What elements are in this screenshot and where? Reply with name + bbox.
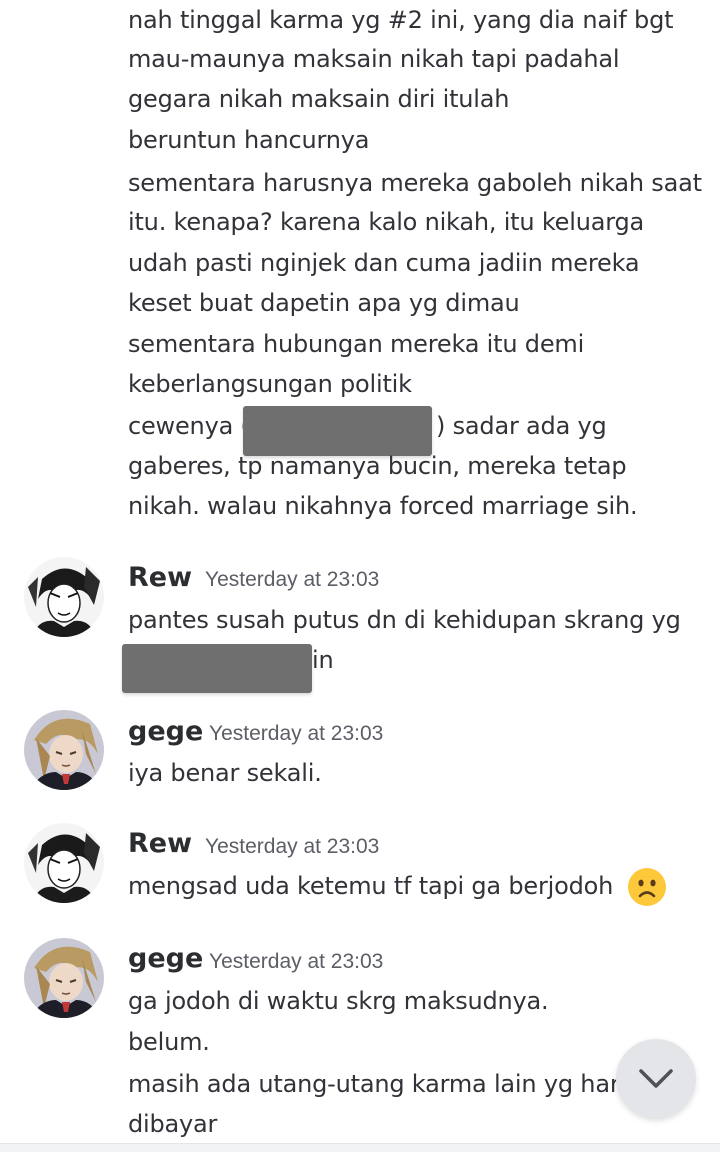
message-line: keset buat dapetin apa yg dimau xyxy=(128,289,520,317)
avatar[interactable] xyxy=(24,710,104,790)
message-line: mau-maunya maksain nikah tapi padahal xyxy=(128,45,620,73)
message-line: keberlangsungan politik xyxy=(128,370,412,398)
timestamp: Yesterday at 23:03 xyxy=(209,950,384,973)
avatar[interactable] xyxy=(24,557,104,637)
message-line: beruntun hancurnya xyxy=(128,126,370,154)
chevron-down-icon xyxy=(639,1069,673,1088)
message-line: sementara hubungan mereka itu demi xyxy=(128,330,585,358)
avatar-rew-image xyxy=(24,557,104,637)
avatar[interactable] xyxy=(24,823,104,903)
message-line: iya benar sekali. xyxy=(128,759,322,787)
message-line: itu. kenapa? karena kalo nikah, itu kelu… xyxy=(128,208,645,236)
timestamp: Yesterday at 23:03 xyxy=(205,835,380,858)
chat-log: nah tinggal karma yg #2 ini, yang dia na… xyxy=(0,0,720,1143)
message-line: nikah. walau nikahnya forced marriage si… xyxy=(128,492,638,520)
frowning-face-emoji xyxy=(627,868,666,906)
message-line: mengsad uda ketemu tf tapi ga berjodoh xyxy=(128,866,667,907)
message-text: mengsad uda ketemu tf tapi ga berjodoh xyxy=(128,872,614,900)
message-line: cewenya ( xyxy=(128,412,250,440)
avatar[interactable] xyxy=(24,938,104,1018)
author-name[interactable]: gege xyxy=(128,716,203,747)
message-line: in xyxy=(312,646,334,674)
message-line: udah pasti nginjek dan cuma jadiin merek… xyxy=(128,249,640,277)
author-name[interactable]: Rew xyxy=(128,562,192,593)
avatar-gege-image xyxy=(24,710,104,790)
author-name[interactable]: gege xyxy=(128,943,203,974)
scroll-to-bottom-button[interactable] xyxy=(616,1039,696,1119)
message-line: ) sadar ada yg xyxy=(436,412,607,440)
author-name[interactable]: Rew xyxy=(128,828,192,859)
message-line: pantes susah putus dn di kehidupan skran… xyxy=(128,606,681,634)
timestamp: Yesterday at 23:03 xyxy=(205,568,380,591)
message-line: nah tinggal karma yg #2 ini, yang dia na… xyxy=(128,6,674,34)
avatar-gege-image xyxy=(24,938,104,1018)
message-line: sementara harusnya mereka gaboleh nikah … xyxy=(128,169,702,197)
message-line: masih ada utang-utang karma lain yg har xyxy=(128,1070,620,1098)
timestamp: Yesterday at 23:03 xyxy=(209,722,384,745)
message-line: gaberes, tp namanya bucin, mereka tetap xyxy=(128,452,627,480)
message-line: belum. xyxy=(128,1028,210,1056)
avatar-rew-image xyxy=(24,823,104,903)
message-line: ga jodoh di waktu skrg maksudnya. xyxy=(128,987,549,1015)
redaction-block xyxy=(122,644,312,693)
message-line: gegara nikah maksain diri itulah xyxy=(128,85,510,113)
message-line: dibayar xyxy=(128,1110,218,1138)
